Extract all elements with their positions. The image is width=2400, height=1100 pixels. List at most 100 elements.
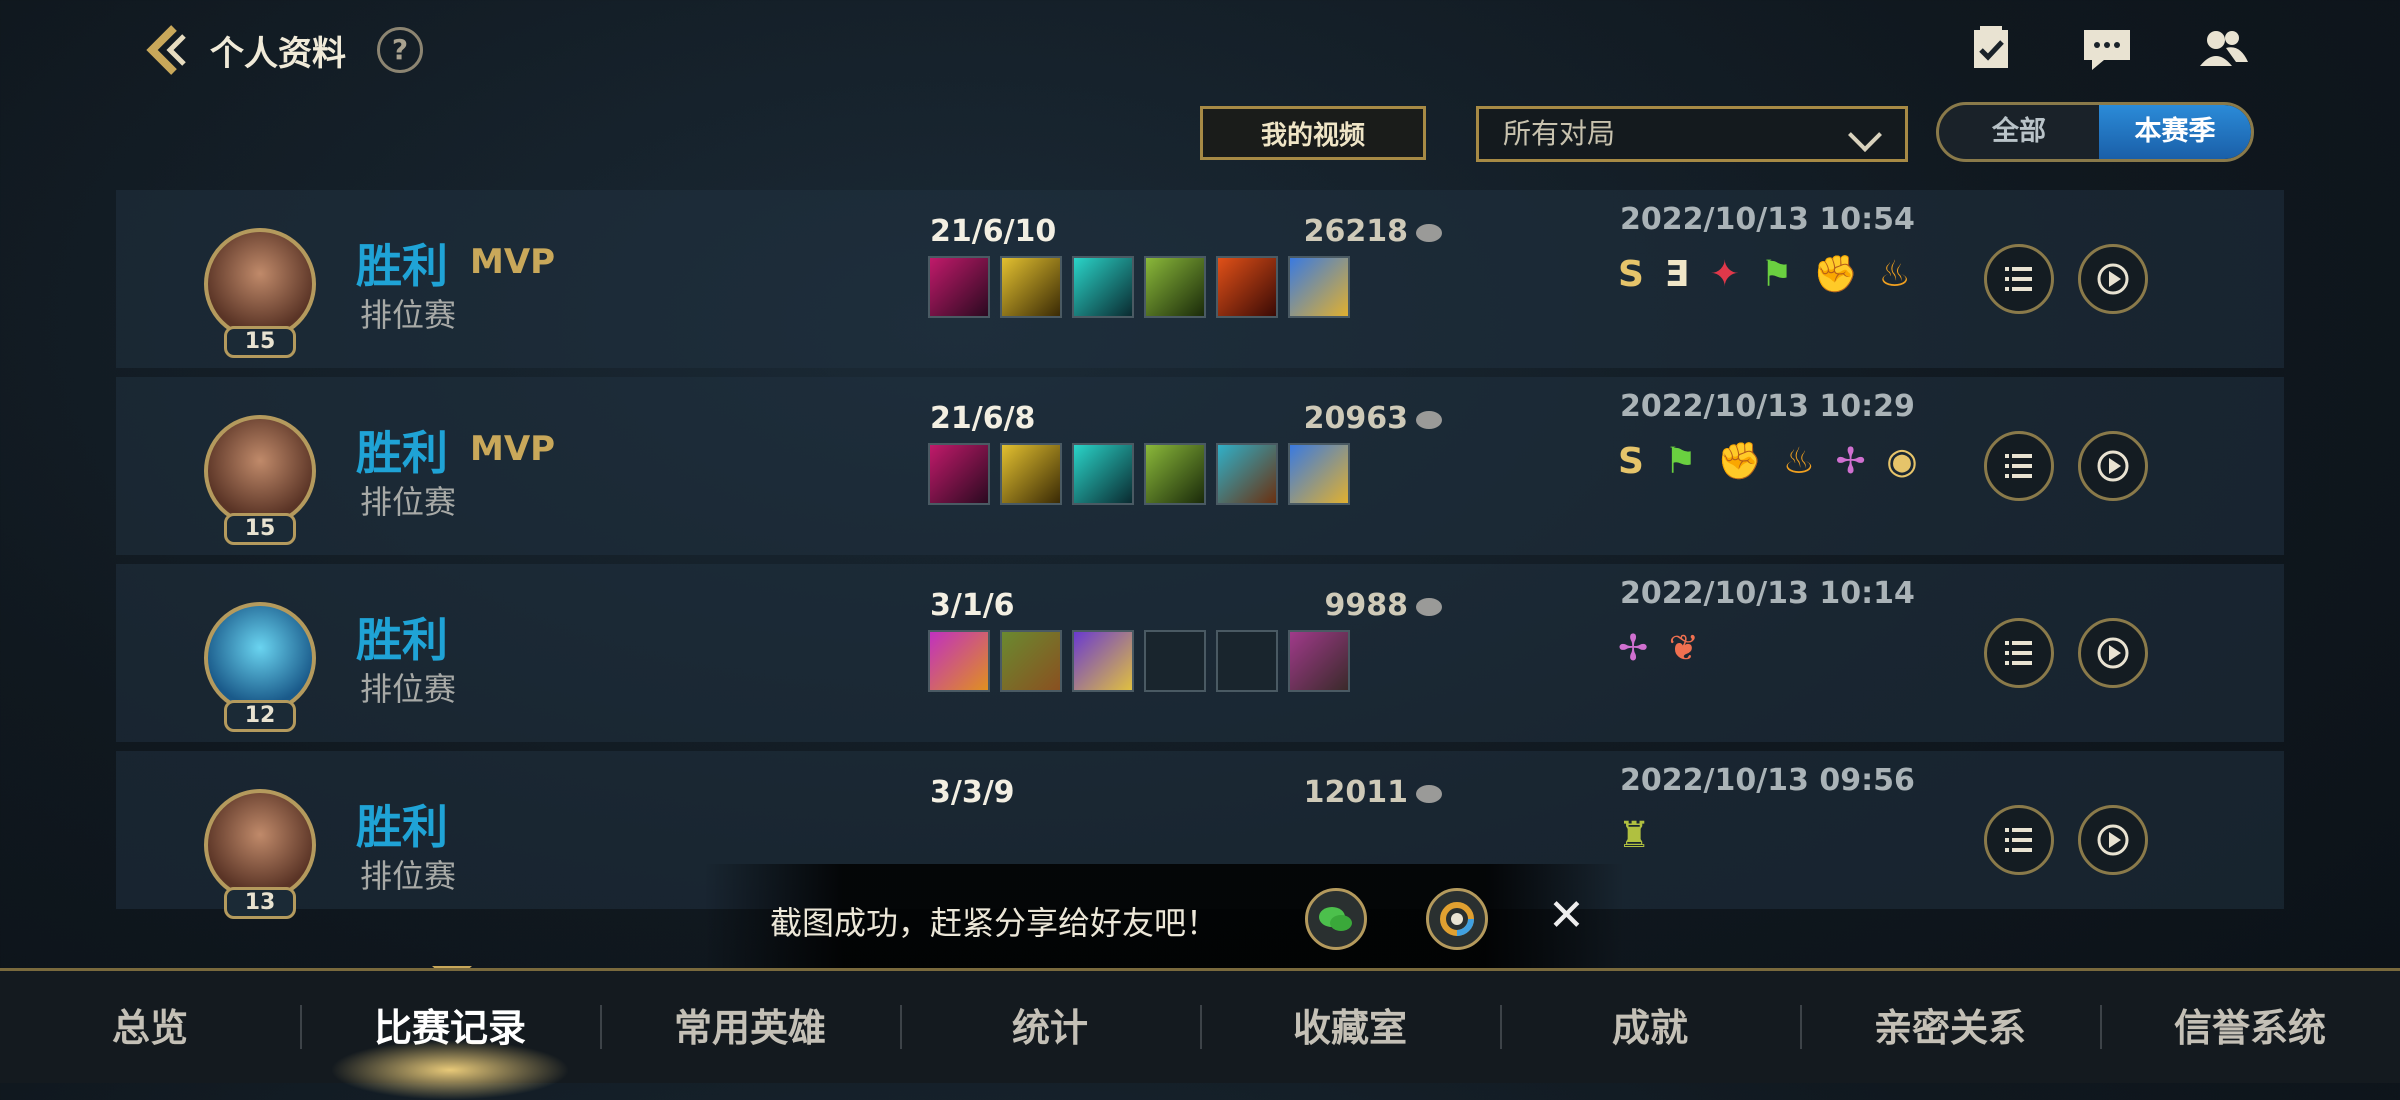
replay-button[interactable] [2078, 805, 2148, 875]
match-row[interactable]: 15 胜利 MVP 排位赛 21/6/8 20963 2022/10/13 10… [116, 377, 2284, 555]
mvp-badge: MVP [470, 429, 556, 469]
match-mode: 排位赛 [360, 857, 457, 895]
flag-badge-icon: ⚑ [1664, 440, 1697, 482]
my-video-button[interactable]: 我的视频 [1200, 106, 1426, 160]
item-slot [1144, 443, 1206, 505]
item-slot [928, 630, 990, 692]
season-toggle[interactable]: 全部 本赛季 [1936, 102, 2254, 162]
gold-amount: 20963 [1212, 401, 1442, 436]
coin-icon [1416, 410, 1442, 429]
wing-badge-icon: ✦ [1709, 253, 1740, 295]
hero-avatar [204, 228, 316, 340]
item-slot [928, 256, 990, 318]
tab-achievements[interactable]: 成就 [1500, 997, 1800, 1052]
replay-button[interactable] [2078, 618, 2148, 688]
badge-s: S [1618, 253, 1644, 295]
kda-text: 3/1/6 [930, 588, 1015, 623]
help-icon[interactable]: ? [377, 27, 423, 73]
fire-badge-icon: ♨ [1878, 253, 1911, 295]
match-mode: 排位赛 [360, 670, 457, 708]
item-slot [1072, 630, 1134, 692]
seg-season-button[interactable]: 本赛季 [2099, 105, 2251, 159]
tab-collection[interactable]: 收藏室 [1200, 997, 1500, 1052]
tab-favorite-heroes[interactable]: 常用英雄 [600, 997, 900, 1052]
match-datetime: 2022/10/13 10:29 [1620, 389, 1915, 424]
match-row[interactable]: 15 胜利 MVP 排位赛 21/6/10 26218 2022/10/13 1… [116, 190, 2284, 368]
empty-item-slot [1144, 630, 1206, 692]
list-icon [2005, 454, 2032, 478]
match-filter-dropdown[interactable]: 所有对局 [1476, 106, 1908, 162]
hero-level-badge: 13 [224, 887, 296, 919]
replay-icon [2097, 637, 2129, 669]
back-arrow-icon [146, 25, 186, 75]
match-result: 胜利 [356, 239, 448, 293]
details-list-button[interactable] [1984, 618, 2054, 688]
achievement-badges: ♜ [1618, 813, 1658, 859]
angel-badge-icon: ✢ [1618, 627, 1649, 669]
match-row[interactable]: 12 胜利 排位赛 3/1/6 9988 2022/10/13 10:14 ✢ … [116, 564, 2284, 742]
replay-button[interactable] [2078, 431, 2148, 501]
replay-icon [2097, 263, 2129, 295]
item-slot [1072, 256, 1134, 318]
active-tab-glow [330, 1040, 570, 1100]
task-checklist-icon[interactable] [1966, 24, 2020, 74]
trophy-badge-icon: ♜ [1618, 814, 1651, 856]
wechat-share-icon[interactable] [1305, 888, 1367, 950]
item-slot [1072, 443, 1134, 505]
hero-avatar [204, 602, 316, 714]
tab-honor-system[interactable]: 信誉系统 [2100, 997, 2400, 1052]
flag-badge-icon: ⚑ [1760, 253, 1793, 295]
list-icon [2005, 828, 2032, 852]
details-list-button[interactable] [1984, 244, 2054, 314]
details-list-button[interactable] [1984, 431, 2054, 501]
replay-button[interactable] [2078, 244, 2148, 314]
gold-value: 20963 [1303, 401, 1408, 436]
moments-share-icon[interactable] [1426, 888, 1488, 950]
achievement-badges: S ⚑ ✊ ♨ ✢ ◉ [1618, 439, 1926, 485]
item-slot [1288, 443, 1350, 505]
close-icon[interactable]: ✕ [1548, 890, 1585, 941]
page-title: 个人资料 [210, 34, 346, 74]
list-icon [2005, 641, 2032, 665]
match-datetime: 2022/10/13 10:14 [1620, 576, 1915, 611]
kda-text: 21/6/8 [930, 401, 1036, 436]
achievement-badges: ✢ ❦ [1618, 626, 1707, 672]
filter-selected-value: 所有对局 [1503, 117, 1616, 150]
details-list-button[interactable] [1984, 805, 2054, 875]
match-mode: 排位赛 [360, 296, 457, 334]
gold-amount: 9988 [1212, 588, 1442, 623]
lotus-badge-icon: ❦ [1668, 627, 1699, 669]
coin-icon [1416, 597, 1442, 616]
coin-icon [1416, 223, 1442, 242]
hero-level-badge: 15 [224, 326, 296, 358]
item-slot [1000, 256, 1062, 318]
gold-amount: 26218 [1212, 214, 1442, 249]
fire-badge-icon: ♨ [1782, 440, 1815, 482]
match-mode: 排位赛 [360, 483, 457, 521]
gold-value: 12011 [1303, 775, 1408, 810]
coin-icon [1416, 784, 1442, 803]
match-datetime: 2022/10/13 09:56 [1620, 763, 1915, 798]
friends-icon[interactable] [2196, 24, 2250, 74]
seg-all-button[interactable]: 全部 [1939, 105, 2099, 159]
gold-amount: 12011 [1212, 775, 1442, 810]
gold-value: 26218 [1303, 214, 1408, 249]
match-result: 胜利 [356, 800, 448, 854]
list-icon [2005, 267, 2032, 291]
match-result: 胜利 [356, 613, 448, 667]
tab-overview[interactable]: 总览 [0, 997, 300, 1052]
match-datetime: 2022/10/13 10:54 [1620, 202, 1915, 237]
chat-icon[interactable] [2080, 24, 2134, 74]
gold-value: 9988 [1324, 588, 1409, 623]
fist-badge-icon: ✊ [1717, 441, 1763, 482]
coins-badge-icon: ◉ [1886, 440, 1918, 482]
tab-relationships[interactable]: 亲密关系 [1800, 997, 2100, 1052]
replay-icon [2097, 450, 2129, 482]
hero-level-badge: 15 [224, 513, 296, 545]
mvp-badge: MVP [470, 242, 556, 282]
item-slot [1216, 443, 1278, 505]
back-button[interactable] [140, 22, 196, 78]
kda-text: 21/6/10 [930, 214, 1057, 249]
tab-statistics[interactable]: 统计 [900, 997, 1200, 1052]
achievement-badges: S Ǝ ✦ ⚑ ✊ ♨ [1618, 252, 1919, 298]
